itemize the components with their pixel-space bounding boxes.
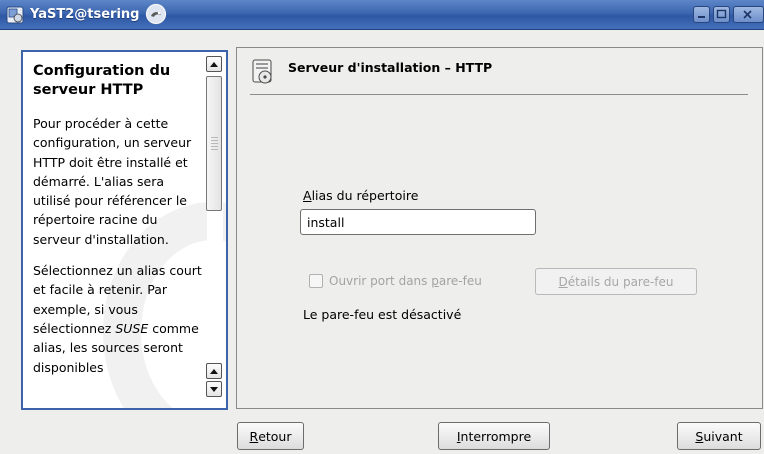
close-button[interactable] <box>733 6 764 23</box>
firewall-status-text: Le pare-feu est désactivé <box>303 307 462 322</box>
help-paragraph: Sélectionnez un alias court et facile à … <box>33 263 202 375</box>
arrow-down-icon <box>210 387 218 392</box>
install-server-icon <box>252 59 272 84</box>
minimize-button[interactable] <box>693 6 710 23</box>
help-content: Configuration du serveur HTTP Pour procé… <box>33 62 205 389</box>
open-firewall-port-checkbox[interactable] <box>309 274 323 288</box>
scroll-up-button[interactable] <box>206 56 222 72</box>
yast-app-icon[interactable] <box>6 6 24 24</box>
abort-button[interactable]: Interrompre <box>438 422 550 450</box>
window-left-border <box>0 30 8 454</box>
scrollbar-thumb[interactable] <box>206 76 222 211</box>
help-emphasis: SUSE <box>115 320 149 336</box>
scroll-down-button[interactable] <box>206 381 222 397</box>
suse-logo-icon <box>145 3 167 25</box>
dialog-title: Serveur d'installation – HTTP <box>288 60 493 75</box>
arrow-up-icon <box>210 369 218 374</box>
next-button[interactable]: Suivant <box>677 422 761 450</box>
help-scrollbar[interactable] <box>206 54 224 406</box>
alias-input[interactable] <box>300 209 536 235</box>
close-icon <box>743 10 752 19</box>
firewall-details-button[interactable]: Détails du pare-feu <box>535 268 697 295</box>
maximize-icon <box>716 9 727 19</box>
arrow-up-icon <box>210 62 218 67</box>
title-bar[interactable]: YaST2@tsering <box>0 0 764 30</box>
help-title: Configuration du serveur HTTP <box>33 63 171 98</box>
open-firewall-port-label[interactable]: Ouvrir port dans pare-feu <box>329 274 482 288</box>
minimize-icon <box>698 16 705 18</box>
title-separator <box>250 94 748 95</box>
alias-label: Alias du répertoire <box>303 188 419 203</box>
window-title: YaST2@tsering <box>30 7 140 22</box>
help-paragraph: Pour procéder à cette configuration, un … <box>33 116 192 247</box>
back-button[interactable]: Retour <box>237 422 304 450</box>
maximize-button[interactable] <box>713 6 730 23</box>
help-panel[interactable]: Configuration du serveur HTTP Pour procé… <box>21 50 228 410</box>
scroll-up-button[interactable] <box>206 363 222 379</box>
